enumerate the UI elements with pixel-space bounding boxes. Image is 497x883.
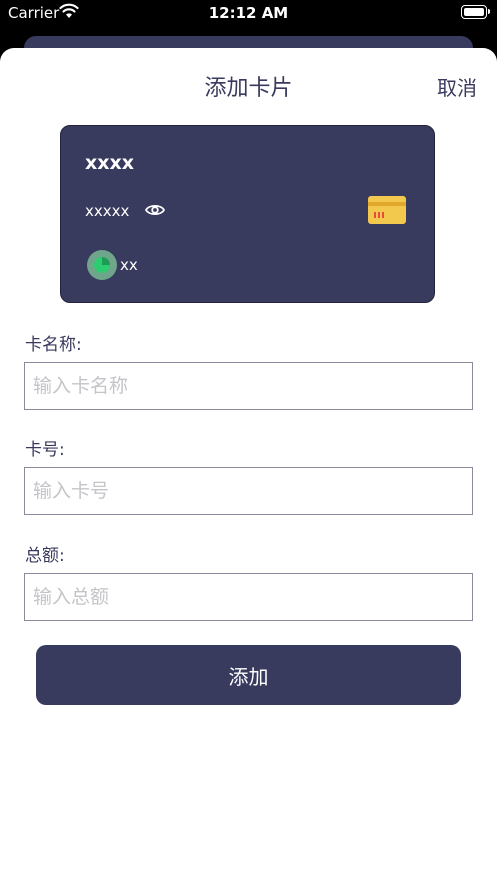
- add-button[interactable]: 添加: [36, 645, 461, 705]
- page-title: 添加卡片: [204, 76, 293, 101]
- card-name-label: 卡名称:: [25, 335, 82, 355]
- card-number-input[interactable]: [24, 467, 473, 515]
- card-preview-amount: xx: [120, 256, 138, 274]
- eye-icon[interactable]: [144, 199, 166, 221]
- card-preview-name: xxxx: [85, 152, 135, 174]
- card-preview: xxxx xxxxx xx: [60, 125, 435, 303]
- card-chip-icon: [368, 196, 406, 224]
- status-time: 12:12 AM: [208, 4, 289, 22]
- card-name-input[interactable]: [24, 362, 473, 410]
- cancel-button[interactable]: 取消: [437, 72, 477, 101]
- bank-logo-icon: [87, 250, 117, 280]
- card-preview-number: xxxxx: [85, 202, 130, 220]
- total-amount-input[interactable]: [24, 573, 473, 621]
- card-number-label: 卡号:: [25, 440, 65, 460]
- status-bar: Carrier 12:12 AM: [0, 0, 497, 26]
- battery-icon: [461, 5, 490, 19]
- total-amount-label: 总额:: [25, 546, 65, 566]
- add-card-sheet: 添加卡片 取消 xxxx xxxxx xx 卡名称: 卡号: 总额: 添加: [0, 48, 497, 883]
